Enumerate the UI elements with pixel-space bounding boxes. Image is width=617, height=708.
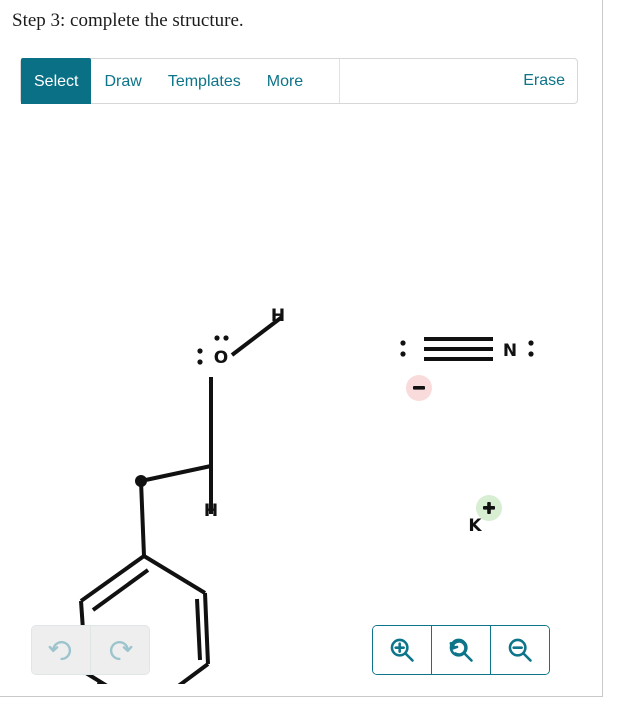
tab-draw-label: Draw	[104, 73, 142, 90]
tab-draw[interactable]: Draw	[91, 59, 154, 105]
page-right-border	[602, 0, 603, 696]
ring-bond-5	[177, 662, 210, 684]
magnifier-minus-icon	[508, 638, 532, 662]
lone-pair-dot-o-left-a	[197, 348, 203, 354]
editor-toolbar: Select Draw Templates More Erase	[20, 58, 578, 106]
lone-pair-dot-o-top-b	[223, 335, 229, 341]
lone-pair-dot-n-right-a	[528, 340, 534, 346]
tab-more[interactable]: More	[254, 59, 316, 105]
page-bottom-border	[0, 696, 603, 697]
redo-arrow-icon	[109, 641, 133, 661]
ring-inner-double-1	[91, 568, 150, 612]
tab-templates-label: Templates	[167, 73, 241, 90]
history-button-group	[31, 625, 150, 675]
structure-drawing: O H H N K	[79, 306, 534, 684]
redo-button[interactable]	[90, 626, 149, 674]
page-root: Step 3: complete the structure. Select D…	[0, 0, 617, 708]
erase-button[interactable]: Erase	[523, 59, 565, 103]
negative-charge-symbol	[413, 386, 425, 390]
page-title: Step 3: complete the structure.	[12, 10, 244, 31]
magnifier-reset-icon	[449, 638, 473, 662]
lone-pair-dot-c-left-b	[400, 351, 406, 357]
magnifier-plus-icon	[390, 638, 414, 662]
positive-charge-symbol-v	[487, 502, 491, 514]
drawing-canvas[interactable]: O H H N K	[20, 104, 578, 684]
ring-bond-1	[139, 480, 146, 557]
erase-button-label: Erase	[523, 72, 565, 89]
undo-button[interactable]	[32, 626, 90, 674]
tab-select-label: Select	[34, 73, 79, 90]
zoom-in-button[interactable]	[373, 626, 431, 674]
ring-bond-6	[203, 592, 210, 665]
atom-label-h-hydroxyl: H	[271, 306, 285, 326]
atom-label-h-methine: H	[204, 501, 218, 521]
atom-label-o: O	[214, 348, 228, 368]
lone-pair-dot-n-right-b	[528, 351, 534, 357]
tab-select[interactable]: Select	[21, 58, 92, 106]
ring-inner-double-2	[195, 598, 202, 661]
lone-pair-dot-c-left-a	[400, 340, 406, 346]
molecule-editor: Select Draw Templates More Erase O H H N…	[20, 58, 580, 686]
tab-more-label: More	[266, 73, 304, 90]
undo-arrow-icon	[48, 641, 72, 661]
lone-pair-dot-o-top-a	[214, 335, 220, 341]
zoom-reset-button[interactable]	[431, 626, 490, 674]
ring-bond-7	[142, 554, 207, 595]
bond-ch-to-ring-carbon	[140, 464, 212, 483]
toolbar-divider	[339, 59, 340, 103]
atom-label-n: N	[503, 341, 517, 361]
tab-templates[interactable]: Templates	[155, 59, 254, 105]
zoom-out-button[interactable]	[490, 626, 549, 674]
lone-pair-dot-o-left-b	[197, 359, 203, 365]
zoom-button-group	[372, 625, 550, 675]
toolbar-tab-list: Select Draw Templates More	[21, 58, 316, 106]
atom-label-k: K	[468, 516, 482, 536]
